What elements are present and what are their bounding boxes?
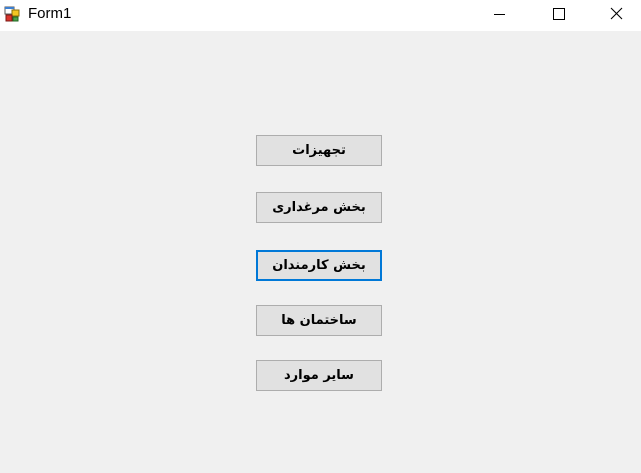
other-items-button[interactable]: سایر موارد [256, 360, 382, 391]
window-title: Form1 [28, 5, 72, 22]
employees-section-button[interactable]: بخش کارمندان [256, 250, 382, 281]
equipment-button[interactable]: تجهیزات [256, 135, 382, 166]
maximize-icon [553, 8, 565, 20]
minimize-icon [494, 14, 505, 15]
form1-window: Form1 تجهیزات بخش مرغداری بخش کارمندان س… [0, 0, 641, 473]
buildings-button[interactable]: ساختمان ها [256, 305, 382, 336]
close-button[interactable] [594, 0, 640, 31]
minimize-button[interactable] [478, 0, 524, 31]
title-bar[interactable]: Form1 [0, 0, 641, 31]
winforms-app-icon [4, 6, 20, 22]
close-icon [610, 7, 623, 20]
poultry-section-button[interactable]: بخش مرغداری [256, 192, 382, 223]
maximize-button[interactable] [536, 0, 582, 31]
